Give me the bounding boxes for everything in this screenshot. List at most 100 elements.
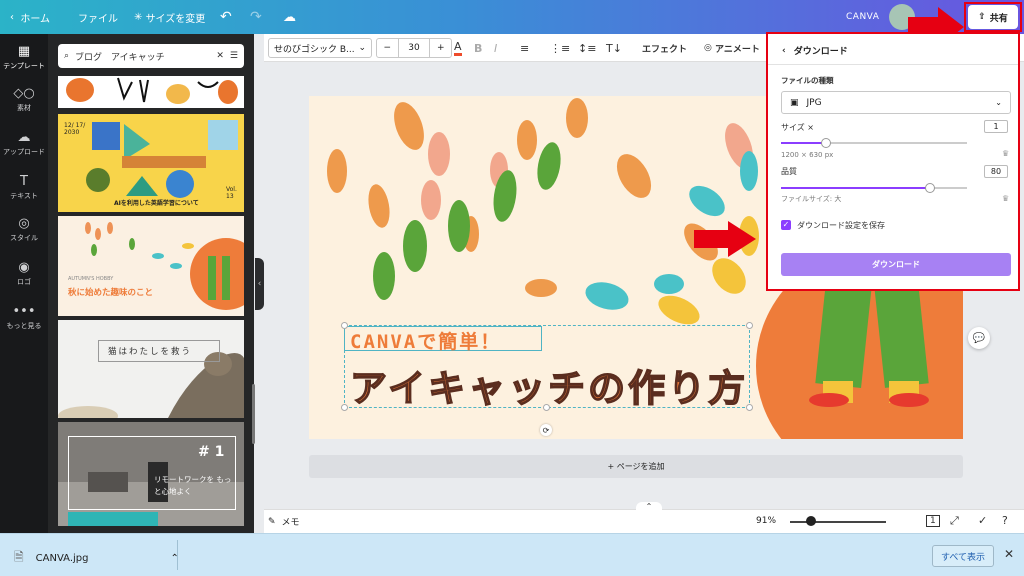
chevron-left-icon: ‹: [257, 279, 262, 289]
image-icon: ▣: [790, 97, 799, 108]
text-color-icon[interactable]: A: [454, 38, 462, 58]
add-page-button[interactable]: + ページを追加: [309, 455, 963, 478]
search-icon: ⌕: [64, 51, 70, 61]
notes-button[interactable]: ✎ メモ: [268, 515, 300, 529]
download-panel-header[interactable]: ‹ ダウンロード: [782, 44, 848, 58]
minus-icon[interactable]: −: [377, 43, 398, 53]
effects-button[interactable]: エフェクト: [642, 38, 687, 58]
show-all-button[interactable]: すべて表示: [932, 545, 994, 567]
elements-icon: ◇○: [13, 86, 35, 101]
download-panel: ‹ ダウンロード ファイルの種類 ▣ JPG ⌄ サイズ × 1 1200 × 6…: [766, 32, 1020, 291]
rail-item-logo[interactable]: ◉ ロゴ: [0, 260, 48, 287]
resize-handle[interactable]: [341, 322, 348, 329]
template-thumbnail[interactable]: # 1 リモートワークを もっと心地よく: [58, 422, 244, 526]
crown-icon: ♛: [1002, 194, 1010, 203]
zoom-slider[interactable]: [790, 521, 886, 523]
chevron-left-icon: ‹: [10, 11, 21, 23]
panel-scrollbar[interactable]: [252, 384, 255, 444]
download-button[interactable]: ダウンロード: [781, 253, 1011, 276]
text-icon: T: [20, 174, 28, 189]
logo-icon: ◉: [18, 260, 30, 275]
main-title-text[interactable]: アイキャッチの作り方: [349, 358, 748, 412]
resize-button[interactable]: ✳ サイズを変更: [134, 0, 205, 34]
redo-icon[interactable]: ↷: [250, 0, 262, 34]
align-icon[interactable]: ≡: [520, 38, 529, 58]
rail-item-more[interactable]: ••• もっと見る: [0, 304, 48, 331]
comment-icon[interactable]: 💬: [968, 327, 990, 349]
downloaded-file[interactable]: 🗎 CANVA.jpg ⌃: [14, 548, 179, 569]
cloud-save-icon[interactable]: ☁: [283, 0, 296, 34]
template-thumbnail[interactable]: AUTUMN'S HOBBY 秋に始めた趣味のこと: [58, 216, 244, 316]
list-icon[interactable]: ⋮≡: [550, 38, 570, 58]
more-icon: •••: [12, 304, 36, 319]
search-input[interactable]: ⌕ ブログ アイキャッチ ✕ ☰: [58, 44, 244, 68]
plus-icon[interactable]: +: [430, 43, 451, 53]
size-input[interactable]: 1: [984, 120, 1008, 133]
red-arrow-icon: [694, 221, 756, 257]
rail-item-elements[interactable]: ◇○ 素材: [0, 86, 48, 113]
save-settings-checkbox[interactable]: ✓: [781, 220, 791, 230]
font-size-stepper[interactable]: − 30 +: [376, 38, 452, 58]
downloads-bar: 🗎 CANVA.jpg ⌃ すべて表示 ✕: [0, 533, 1024, 576]
chevron-down-icon: ⌄: [358, 43, 366, 53]
size-label: サイズ ×: [781, 123, 815, 132]
vertical-text-icon[interactable]: T↓: [606, 38, 622, 58]
template-thumbnail[interactable]: 12/ 17/ 2030 AIを利用した英語学習について Vol. 13: [58, 114, 244, 212]
filesize-text: ファイルサイズ: 大: [781, 195, 842, 203]
template-thumbnail[interactable]: 猫はわたしを救う: [58, 320, 244, 418]
resize-handle[interactable]: [746, 322, 753, 329]
size-slider[interactable]: [781, 138, 967, 148]
crown-icon: ♛: [1002, 149, 1010, 158]
subtitle-text[interactable]: CANVAで簡単！: [350, 327, 501, 354]
rail-item-uploads[interactable]: ☁ アップロード: [0, 130, 48, 157]
editor-footer: ⌃ ✎ メモ 91% 1 ⤢ ✓ ?: [264, 502, 1024, 533]
back-chevron-icon[interactable]: ‹: [782, 46, 786, 56]
page-count-button[interactable]: 1: [926, 515, 940, 527]
top-bar: ‹ ホーム ファイル ✳ サイズを変更 ↶ ↷ ☁ CANVA ⇪ 共有: [0, 0, 1024, 47]
collapse-panel-button[interactable]: ‹: [255, 258, 264, 310]
quality-input[interactable]: 80: [984, 165, 1008, 178]
close-icon[interactable]: ✕: [1004, 547, 1014, 561]
template-icon: ▦: [17, 44, 31, 59]
animate-button[interactable]: ◎ アニメート: [704, 38, 760, 58]
home-button[interactable]: ‹ ホーム: [10, 0, 50, 34]
dimensions-text: 1200 × 630 px: [781, 151, 834, 159]
undo-icon[interactable]: ↶: [220, 0, 232, 34]
rail-item-text[interactable]: T テキスト: [0, 174, 48, 201]
template-thumbnail[interactable]: [58, 76, 244, 108]
zoom-slider-knob[interactable]: [806, 516, 816, 526]
file-type-select[interactable]: ▣ JPG ⌄: [781, 91, 1011, 114]
notes-icon: ✎: [268, 516, 276, 527]
font-select[interactable]: せのびゴシック B... ⌄: [268, 38, 372, 58]
italic-icon[interactable]: I: [494, 38, 497, 58]
spacing-icon[interactable]: ↕≡: [578, 38, 596, 58]
rail-item-style[interactable]: ◎ スタイル: [0, 216, 48, 243]
chevron-up-icon[interactable]: ⌃: [636, 502, 662, 512]
check-circle-icon[interactable]: ✓: [978, 514, 987, 527]
clear-icon[interactable]: ✕: [216, 51, 224, 61]
file-icon: 🗎: [14, 550, 24, 564]
rail-item-templates[interactable]: ▦ テンプレート: [0, 44, 48, 71]
sparkle-icon: ✳: [134, 11, 146, 23]
share-highlight-box: [964, 2, 1022, 32]
quality-slider[interactable]: [781, 183, 967, 193]
filter-icon[interactable]: ☰: [230, 51, 238, 61]
template-panel: ⌕ ブログ アイキャッチ ✕ ☰ 12/ 17/ 2030 AIを利用した英語学…: [48, 34, 254, 533]
design-title[interactable]: CANVA: [846, 0, 879, 34]
zoom-level[interactable]: 91%: [756, 516, 776, 526]
help-icon[interactable]: ?: [1002, 514, 1008, 527]
resize-handle[interactable]: [341, 404, 348, 411]
save-settings-label: ダウンロード設定を保存: [797, 221, 885, 230]
file-menu[interactable]: ファイル: [78, 0, 118, 34]
chevron-down-icon: ⌄: [995, 98, 1002, 107]
file-type-label: ファイルの種類: [781, 76, 834, 85]
rotate-icon[interactable]: ⟳: [540, 424, 552, 436]
fullscreen-icon[interactable]: ⤢: [950, 514, 959, 528]
style-icon: ◎: [18, 216, 30, 231]
upload-icon: ☁: [17, 130, 31, 145]
bold-icon[interactable]: B: [474, 38, 482, 58]
side-rail: ▦ テンプレート ◇○ 素材 ☁ アップロード T テキスト ◎ スタイル ◉ ロゴ •••…: [0, 34, 48, 533]
font-size-field[interactable]: 30: [397, 39, 431, 57]
quality-label: 品質: [781, 167, 797, 176]
animate-icon: ◎: [704, 43, 715, 53]
